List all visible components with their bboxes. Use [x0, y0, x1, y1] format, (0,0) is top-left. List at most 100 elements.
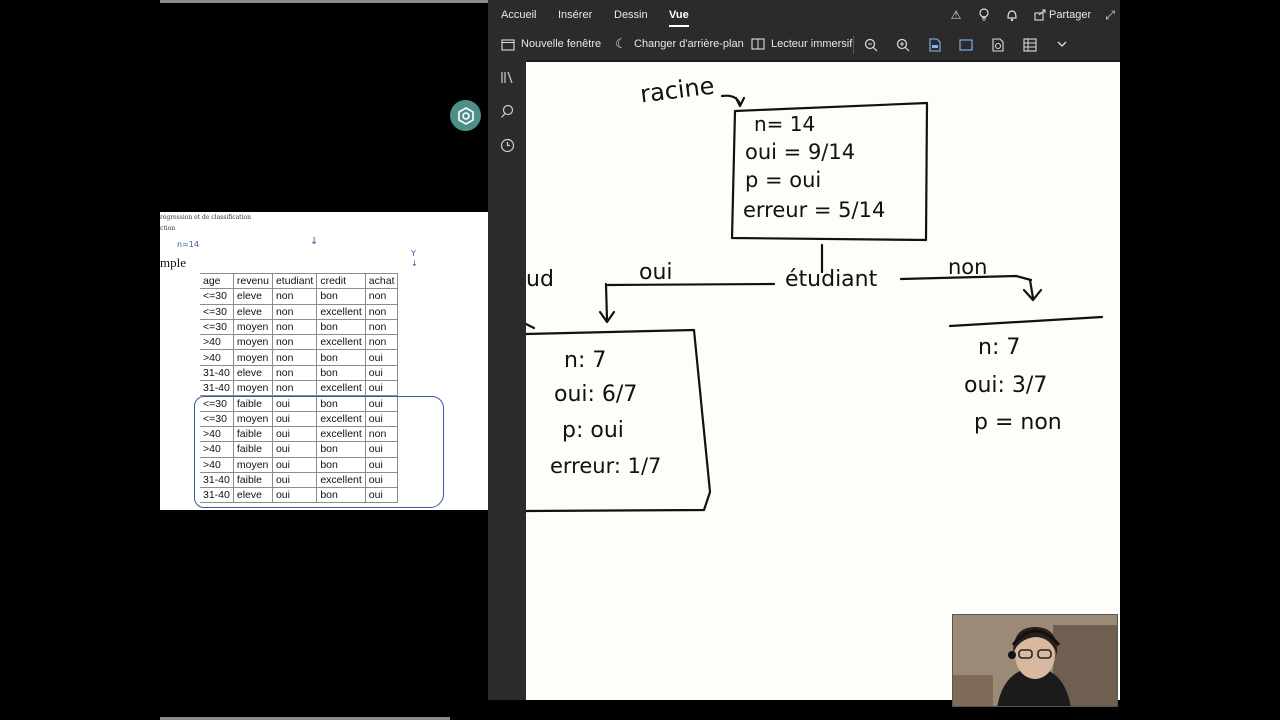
recent-clock-icon[interactable]	[500, 138, 515, 153]
table-row: >40 moyen non bon oui	[200, 349, 399, 366]
table-cell: bon	[316, 288, 366, 305]
webcam-overlay	[952, 614, 1118, 707]
annotation-n: n=14	[177, 240, 199, 249]
ribbon-tabs: Accueil Insérer Dessin Vue ⚠ Partager ⤢	[488, 0, 1120, 30]
table-cell: bon	[316, 319, 366, 336]
table-cell: oui	[364, 380, 399, 397]
toolbar-divider	[853, 36, 854, 54]
share-button[interactable]: Partager	[1049, 9, 1091, 21]
expand-icon[interactable]: ⤢	[1103, 8, 1117, 22]
page-color-icon[interactable]	[1023, 38, 1037, 52]
table-cell: non	[271, 304, 317, 320]
table-cell: <=30	[200, 304, 234, 320]
table-cell: non	[271, 334, 317, 351]
ink-left-fragment: ud	[526, 267, 554, 292]
tab-accueil[interactable]: Accueil	[501, 9, 536, 21]
annotation-circle	[194, 396, 444, 508]
ink-left-oui: oui: 6/7	[554, 382, 638, 407]
table-cell: >40	[200, 334, 234, 351]
table-cell: eleve	[232, 304, 273, 320]
new-window-label: Nouvelle fenêtre	[521, 38, 602, 50]
table-cell: non	[271, 349, 317, 366]
slide-header-line2: ction	[160, 225, 176, 232]
ink-branch-left: oui	[639, 260, 673, 285]
ink-left-p: p: oui	[562, 418, 624, 443]
immersive-reader-button[interactable]: Lecteur immersif	[751, 37, 852, 51]
table-cell: non	[364, 304, 399, 320]
table-cell: moyen	[232, 319, 273, 336]
onenote-window: Accueil Insérer Dessin Vue ⚠ Partager ⤢ …	[488, 0, 1120, 700]
table-cell: oui	[364, 365, 399, 382]
page-100-icon[interactable]	[928, 38, 942, 52]
notebooks-icon[interactable]	[500, 70, 515, 85]
immersive-reader-icon	[751, 37, 765, 51]
immersive-reader-label: Lecteur immersif	[771, 38, 853, 50]
nav-sidebar	[488, 60, 526, 700]
table-cell: non	[271, 319, 317, 336]
table-cell: 31-40	[200, 365, 234, 382]
replay-icon[interactable]	[991, 38, 1005, 52]
table-cell: eleve	[232, 288, 273, 305]
annotation-arrow-icon: ↓	[310, 236, 319, 247]
slide-document: régression et de classification ction n=…	[160, 212, 488, 510]
table-cell: non	[364, 288, 399, 305]
warning-icon[interactable]: ⚠	[949, 8, 963, 22]
table-cell: <=30	[200, 319, 234, 336]
search-icon[interactable]	[500, 104, 515, 119]
slide-title: mple	[160, 255, 186, 270]
tab-vue[interactable]: Vue	[669, 9, 689, 27]
table-row: >40 moyen non excellent non	[200, 334, 399, 351]
annotation-y-arrow-icon: ↓	[411, 259, 418, 268]
table-row: 31-40 moyen non excellent oui	[200, 380, 399, 397]
table-cell: 31-40	[200, 380, 234, 397]
ink-right-n: n: 7	[978, 335, 1021, 360]
table-cell: >40	[200, 349, 234, 366]
tab-dessin[interactable]: Dessin	[614, 9, 648, 21]
table-row: <=30 moyen non bon non	[200, 319, 399, 336]
hexagon-icon	[457, 106, 474, 125]
table-header-cell: age	[200, 272, 234, 290]
zoom-in-icon[interactable]	[896, 38, 910, 52]
table-header-cell: credit	[316, 272, 366, 290]
new-window-icon	[501, 37, 515, 51]
presenter-video	[953, 615, 1117, 706]
table-row: <=30 eleve non bon non	[200, 288, 399, 305]
ink-root-oui: oui = 9/14	[745, 140, 856, 164]
zoom-out-icon[interactable]	[864, 38, 878, 52]
page-canvas[interactable]: racine n= 14 oui = 9/14 p = oui erreur =…	[526, 60, 1120, 700]
table-cell: non	[271, 288, 317, 305]
bell-icon[interactable]	[1005, 8, 1019, 22]
table-cell: moyen	[232, 334, 273, 351]
tab-inserer[interactable]: Insérer	[558, 9, 592, 21]
table-cell: non	[271, 365, 317, 382]
change-background-button[interactable]: ☾ Changer d'arrière-plan	[614, 37, 744, 51]
ink-root-erreur: erreur = 5/14	[743, 198, 886, 222]
table-cell: bon	[316, 349, 366, 366]
chevron-down-icon[interactable]	[1055, 38, 1069, 52]
table-cell: non	[364, 334, 399, 351]
table-cell: excellent	[316, 380, 366, 397]
lightbulb-icon[interactable]	[977, 8, 991, 22]
table-cell: non	[271, 380, 317, 397]
floating-badge-button[interactable]	[450, 100, 481, 131]
ink-root-n: n= 14	[754, 112, 816, 136]
table-header-cell: revenu	[232, 272, 273, 290]
ink-split-feature: étudiant	[785, 267, 878, 292]
moon-icon: ☾	[615, 36, 627, 51]
page-width-icon[interactable]	[959, 38, 973, 52]
table-cell: non	[364, 319, 399, 336]
ink-left-n: n: 7	[564, 348, 607, 373]
table-header-cell: etudiant	[271, 272, 317, 290]
table-cell: <=30	[200, 288, 234, 305]
ink-right-p: p = non	[974, 410, 1062, 435]
table-cell: excellent	[316, 334, 366, 351]
new-window-button[interactable]: Nouvelle fenêtre	[501, 37, 601, 51]
table-cell: bon	[316, 365, 366, 382]
table-cell: eleve	[232, 365, 273, 382]
slide-top-edge	[160, 0, 488, 3]
table-row: 31-40 eleve non bon oui	[200, 365, 399, 382]
ink-branch-right: non	[948, 255, 988, 279]
change-background-label: Changer d'arrière-plan	[634, 38, 744, 50]
share-icon[interactable]	[1033, 8, 1047, 22]
table-cell: moyen	[232, 349, 273, 366]
